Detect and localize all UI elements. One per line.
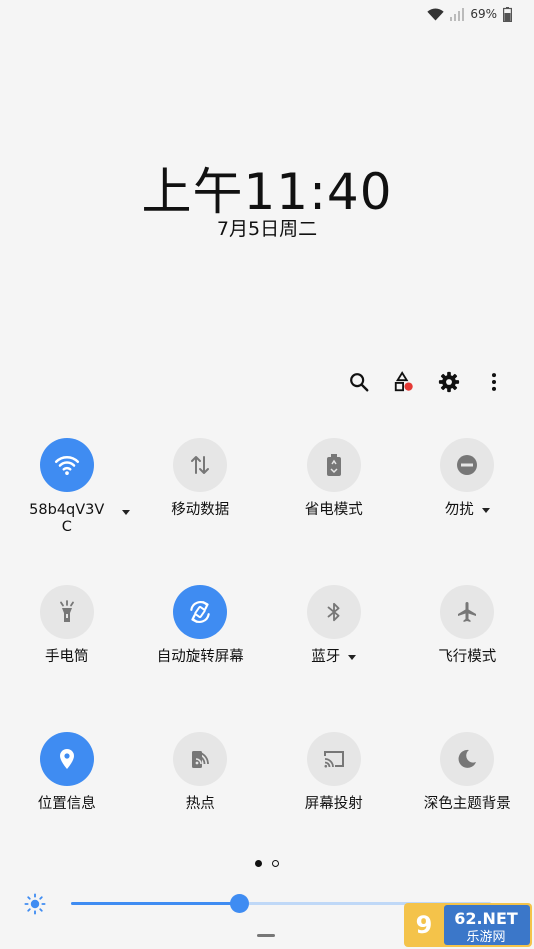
hotspot-icon [192, 751, 210, 768]
brightness-slider-fill [71, 902, 239, 905]
tile-location[interactable]: 位置信息 [0, 732, 134, 879]
tile-screen-cast[interactable]: 屏幕投射 [267, 732, 401, 879]
tile-dark-mode-label: 深色主题背景 [423, 796, 511, 812]
tile-bluetooth-button[interactable] [306, 585, 361, 639]
tile-wifi-label: 58b4qV3VC [29, 502, 105, 535]
battery-percent: 69% [470, 7, 497, 21]
page-indicator [0, 860, 534, 867]
tile-do-not-disturb-label: 勿扰 [444, 502, 474, 518]
settings-button[interactable] [426, 366, 471, 398]
panel-drag-handle[interactable] [257, 934, 275, 937]
wifi-status-icon [427, 8, 444, 21]
tile-mobile-data[interactable]: 移动数据 [134, 438, 268, 585]
tile-do-not-disturb-button[interactable] [440, 438, 495, 492]
tile-flashlight-button[interactable] [39, 585, 94, 639]
quick-settings-grid: 58b4qV3VC 移动数据 省电模式 勿扰 手电筒 自动旋转屏幕 蓝牙 飞行模… [0, 438, 534, 879]
mobile-data-icon [191, 456, 210, 474]
tile-hotspot-button[interactable] [173, 732, 228, 786]
gear-icon [438, 371, 459, 393]
tile-hotspot[interactable]: 热点 [134, 732, 268, 879]
dark-mode-icon [458, 749, 477, 768]
tile-auto-rotate[interactable]: 自动旋转屏幕 [134, 585, 268, 732]
screen-cast-icon [323, 751, 344, 768]
tile-airplane-button[interactable] [440, 585, 495, 639]
tile-airplane[interactable]: 飞行模式 [401, 585, 534, 732]
tile-label: 蓝牙 [311, 649, 357, 666]
signal-icon [450, 7, 465, 21]
wifi-icon [54, 455, 79, 475]
tile-power-saving[interactable]: 省电模式 [267, 438, 401, 585]
tile-hotspot-label: 热点 [185, 796, 215, 812]
tile-auto-rotate-button[interactable] [173, 585, 228, 639]
tile-airplane-label: 飞行模式 [438, 649, 497, 665]
tile-flashlight[interactable]: 手电筒 [0, 585, 134, 732]
clock-date: 7月5日周二 [216, 218, 318, 240]
tile-power-saving-button[interactable] [306, 438, 361, 492]
svg-text:乐游网: 乐游网 [466, 930, 505, 945]
tile-wifi[interactable]: 58b4qV3VC [0, 438, 134, 585]
tile-screen-cast-label: 屏幕投射 [304, 796, 363, 812]
battery-icon [503, 6, 512, 22]
sun-icon [24, 893, 46, 915]
auto-rotate-icon [190, 601, 210, 623]
status-bar: 69% [427, 4, 512, 24]
watermark-logo: 9 62.NET 乐游网 [404, 903, 532, 947]
brightness-slider-thumb[interactable] [230, 894, 249, 913]
do-not-disturb-icon [457, 455, 478, 475]
tile-location-button[interactable] [39, 732, 94, 786]
chevron-down-icon[interactable] [481, 507, 490, 513]
svg-text:62.NET: 62.NET [454, 909, 518, 928]
search-icon [349, 373, 368, 392]
tile-bluetooth[interactable]: 蓝牙 [267, 585, 401, 732]
airplane-icon [458, 602, 477, 622]
tile-flashlight-label: 手电筒 [45, 649, 89, 665]
chevron-down-icon[interactable] [348, 654, 357, 660]
tile-label: 58b4qV3VC [28, 502, 130, 536]
more-vertical-icon [491, 373, 496, 391]
bluetooth-icon [327, 602, 340, 622]
power-saving-icon [326, 454, 341, 476]
panel-toolbar [336, 366, 516, 398]
tile-location-label: 位置信息 [37, 796, 96, 812]
tile-screen-cast-button[interactable] [306, 732, 361, 786]
page-dot[interactable] [272, 860, 279, 867]
tile-wifi-button[interactable] [39, 438, 94, 492]
chevron-down-icon[interactable] [121, 510, 130, 515]
tile-dark-mode-button[interactable] [440, 732, 495, 786]
tile-auto-rotate-label: 自动旋转屏幕 [156, 649, 244, 665]
tile-dark-mode[interactable]: 深色主题背景 [401, 732, 534, 879]
tile-power-saving-label: 省电模式 [304, 502, 363, 518]
tile-bluetooth-label: 蓝牙 [311, 649, 341, 665]
shapes-icon [394, 371, 413, 392]
page-dot-active[interactable] [255, 860, 262, 867]
tile-mobile-data-label: 移动数据 [171, 502, 230, 518]
search-button[interactable] [336, 366, 381, 398]
location-icon [59, 749, 74, 769]
flashlight-icon [59, 600, 74, 622]
more-options-button[interactable] [471, 366, 516, 398]
tile-label: 勿扰 [445, 502, 490, 519]
tile-do-not-disturb[interactable]: 勿扰 [401, 438, 534, 585]
device-control-button[interactable] [381, 366, 426, 398]
svg-text:9: 9 [416, 911, 433, 939]
tile-mobile-data-button[interactable] [173, 438, 228, 492]
